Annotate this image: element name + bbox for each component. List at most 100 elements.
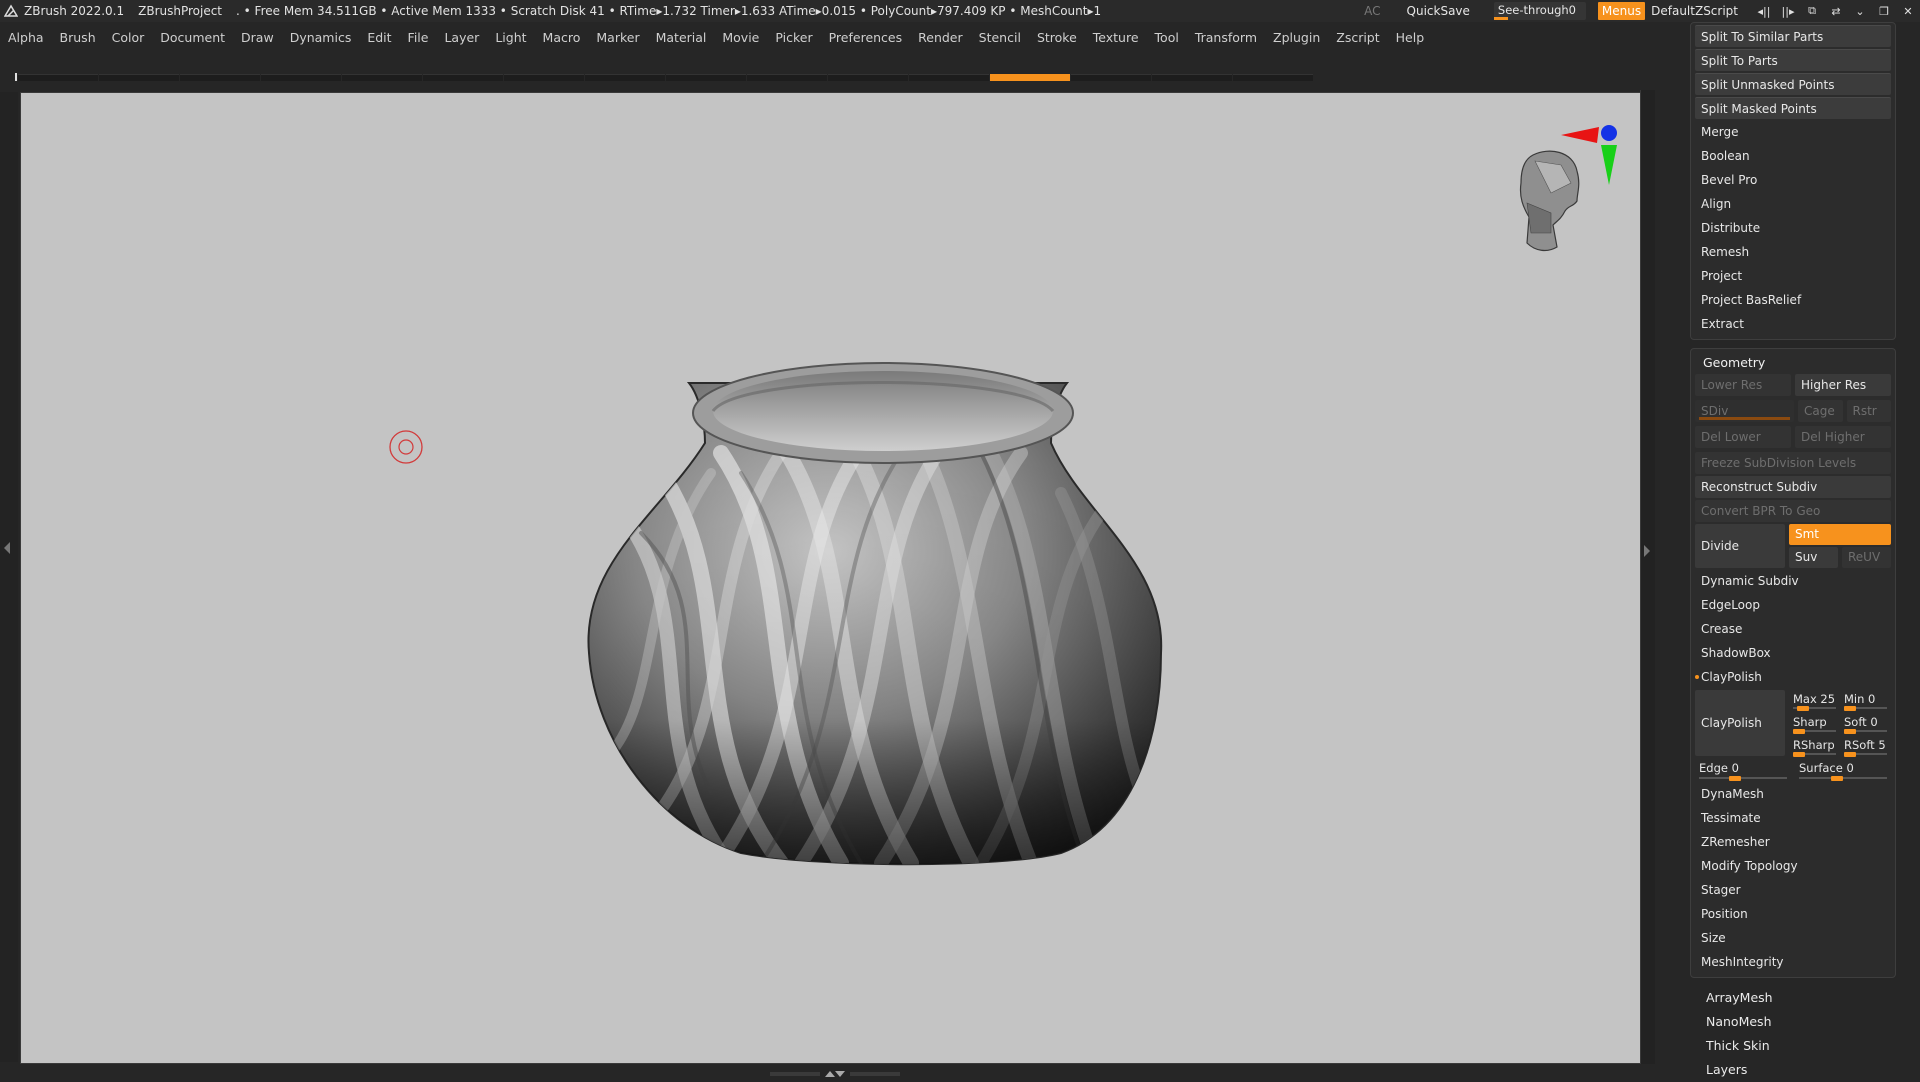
menu-transform[interactable]: Transform — [1187, 30, 1265, 45]
menus-toggle-button[interactable]: Menus — [1597, 2, 1646, 20]
tab-strip-segment[interactable] — [1152, 74, 1232, 81]
del-higher-button[interactable]: Del Higher — [1795, 426, 1891, 448]
claypolish-edge-slider[interactable]: Edge 0 — [1695, 759, 1791, 781]
claypolish-min-slider[interactable]: Min 0 — [1840, 690, 1891, 711]
thick-skin-subpalette[interactable]: Thick Skin — [1690, 1034, 1896, 1058]
position-button[interactable]: Position — [1695, 903, 1891, 925]
right-tray-arrow-icon[interactable] — [1644, 545, 1650, 557]
reconstruct-subdiv-button[interactable]: Reconstruct Subdiv — [1695, 476, 1891, 498]
distribute-button[interactable]: Distribute — [1695, 217, 1891, 239]
right-tray-collapsed[interactable] — [1640, 90, 1655, 1064]
layers-subpalette[interactable]: Layers — [1690, 1058, 1896, 1082]
dynamesh-button[interactable]: DynaMesh — [1695, 783, 1891, 805]
claypolish-rsoft-slider[interactable]: RSoft 5 — [1840, 736, 1891, 757]
tab-strip-segment[interactable] — [747, 74, 827, 81]
arraymesh-subpalette[interactable]: ArrayMesh — [1690, 986, 1896, 1010]
menu-document[interactable]: Document — [152, 30, 233, 45]
divide-button[interactable]: Divide — [1695, 524, 1785, 568]
edgeloop-button[interactable]: EdgeLoop — [1695, 594, 1891, 616]
quicksave-button[interactable]: QuickSave — [1407, 4, 1470, 18]
shadowbox-button[interactable]: ShadowBox — [1695, 642, 1891, 664]
dynamic-subdiv-button[interactable]: Dynamic Subdiv — [1695, 570, 1891, 592]
menu-color[interactable]: Color — [104, 30, 153, 45]
menu-dynamics[interactable]: Dynamics — [282, 30, 360, 45]
sdiv-slider[interactable]: SDiv — [1695, 400, 1794, 422]
menu-zplugin[interactable]: Zplugin — [1265, 30, 1328, 45]
menu-texture[interactable]: Texture — [1085, 30, 1147, 45]
menu-material[interactable]: Material — [648, 30, 715, 45]
tab-strip-segment[interactable] — [180, 74, 260, 81]
menu-draw[interactable]: Draw — [233, 30, 282, 45]
menu-light[interactable]: Light — [487, 30, 534, 45]
geometry-header[interactable]: Geometry — [1695, 351, 1891, 372]
extract-button[interactable]: Extract — [1695, 313, 1891, 335]
menu-zscript[interactable]: Zscript — [1328, 30, 1387, 45]
modify-topology-button[interactable]: Modify Topology — [1695, 855, 1891, 877]
tessimate-button[interactable]: Tessimate — [1695, 807, 1891, 829]
vase-model[interactable] — [587, 362, 1163, 866]
meshintegrity-button[interactable]: MeshIntegrity — [1695, 951, 1891, 973]
menu-macro[interactable]: Macro — [535, 30, 589, 45]
menu-brush[interactable]: Brush — [52, 30, 104, 45]
ac-indicator[interactable]: AC — [1364, 4, 1380, 18]
claypolish-section-header[interactable]: ClayPolish — [1695, 666, 1891, 688]
tab-strip-segment[interactable] — [909, 74, 989, 81]
z-axis-blue-icon[interactable] — [1601, 125, 1617, 141]
remesh-button[interactable]: Remesh — [1695, 241, 1891, 263]
menu-alpha[interactable]: Alpha — [0, 30, 52, 45]
cage-button[interactable]: Cage — [1798, 400, 1843, 422]
menu-marker[interactable]: Marker — [588, 30, 647, 45]
rstr-button[interactable]: Rstr — [1846, 400, 1891, 422]
ui-layout-right-icon[interactable]: ||▸ — [1776, 0, 1800, 22]
menu-tool[interactable]: Tool — [1147, 30, 1187, 45]
claypolish-soft-slider[interactable]: Soft 0 — [1840, 713, 1891, 734]
suv-toggle[interactable]: Suv — [1789, 547, 1838, 568]
align-button[interactable]: Align — [1695, 193, 1891, 215]
claypolish-button[interactable]: ClayPolish — [1695, 690, 1785, 756]
del-lower-button[interactable]: Del Lower — [1695, 426, 1791, 448]
smt-toggle[interactable]: Smt — [1789, 524, 1891, 545]
tab-strip-segment[interactable] — [666, 74, 746, 81]
windows-icon[interactable]: ⧉ — [1800, 0, 1824, 22]
head-icon[interactable] — [1519, 150, 1580, 252]
document-canvas[interactable] — [20, 92, 1642, 1064]
tab-strip-segment[interactable] — [423, 74, 503, 81]
claypolish-sharp-slider[interactable]: Sharp — [1789, 713, 1840, 734]
project-basrelief-button[interactable]: Project BasRelief — [1695, 289, 1891, 311]
claypolish-surface-slider[interactable]: Surface 0 — [1795, 759, 1891, 781]
tab-strip-segment[interactable] — [99, 74, 179, 81]
left-tray-arrow-icon[interactable] — [4, 542, 10, 554]
menu-layer[interactable]: Layer — [436, 30, 487, 45]
bevel-pro-button[interactable]: Bevel Pro — [1695, 169, 1891, 191]
see-through-slider[interactable]: See-through 0 — [1493, 2, 1586, 20]
navigation-gizmo[interactable] — [1519, 125, 1617, 252]
bottom-tray-handle[interactable] — [770, 1068, 900, 1078]
tab-strip-segment[interactable] — [504, 74, 584, 81]
close-icon[interactable]: ✕ — [1896, 0, 1920, 22]
menu-render[interactable]: Render — [910, 30, 971, 45]
split-unmasked-points-button[interactable]: Split Unmasked Points — [1695, 73, 1891, 95]
ui-layout-left-icon[interactable]: ◂|| — [1752, 0, 1776, 22]
menu-preferences[interactable]: Preferences — [821, 30, 911, 45]
project-button[interactable]: Project — [1695, 265, 1891, 287]
menu-edit[interactable]: Edit — [359, 30, 399, 45]
menu-movie[interactable]: Movie — [714, 30, 767, 45]
left-tray-collapsed[interactable] — [0, 92, 18, 1062]
split-masked-points-button[interactable]: Split Masked Points — [1695, 97, 1891, 119]
x-axis-red-icon[interactable] — [1561, 127, 1599, 143]
convert-bpr-to-geo-button[interactable]: Convert BPR To Geo — [1695, 500, 1891, 522]
restore-icon[interactable]: ❐ — [1872, 0, 1896, 22]
boolean-button[interactable]: Boolean — [1695, 145, 1891, 167]
tab-strip-segment[interactable] — [18, 74, 98, 81]
menu-stroke[interactable]: Stroke — [1029, 30, 1085, 45]
menu-picker[interactable]: Picker — [767, 30, 820, 45]
zremesher-button[interactable]: ZRemesher — [1695, 831, 1891, 853]
menu-file[interactable]: File — [400, 30, 437, 45]
freeze-subdivision-levels-button[interactable]: Freeze SubDivision Levels — [1695, 452, 1891, 474]
claypolish-rsharp-slider[interactable]: RSharp — [1789, 736, 1840, 757]
tab-strip-segment[interactable] — [342, 74, 422, 81]
crease-button[interactable]: Crease — [1695, 618, 1891, 640]
lower-res-button[interactable]: Lower Res — [1695, 374, 1791, 396]
y-axis-green-icon[interactable] — [1601, 145, 1617, 185]
tab-strip-segment[interactable] — [1233, 74, 1313, 81]
